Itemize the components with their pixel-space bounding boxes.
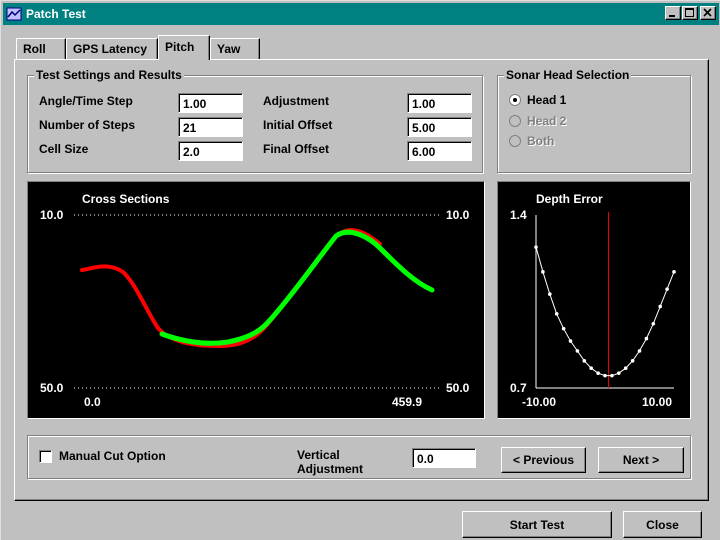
cs-x-min-label: 0.0 (84, 395, 101, 409)
de-series-line (535, 246, 675, 377)
cell-size-label: Cell Size (39, 142, 89, 156)
radio-selected-icon (509, 94, 521, 106)
cs-y-bottom-left-label: 50.0 (40, 381, 64, 395)
de-data-point (623, 366, 628, 371)
de-data-point (672, 270, 676, 274)
vertical-adjustment-label-1: Vertical (297, 448, 340, 462)
cs-red-profile (80, 228, 382, 349)
de-data-point (561, 326, 566, 331)
final-offset-input[interactable]: 6.00 (407, 141, 472, 161)
close-icon (703, 8, 712, 17)
patch-test-window: Patch Test Roll GPS Latency Pitch Yaw Te… (0, 0, 720, 540)
depth-error-canvas: Depth Error 1.4 0.7 -10.00 10.00 (510, 192, 676, 409)
initial-offset-label: Initial Offset (263, 118, 333, 132)
de-data-point (554, 312, 559, 316)
adjustment-label: Adjustment (263, 94, 329, 108)
tab-pitch[interactable]: Pitch (158, 35, 210, 60)
initial-offset-input[interactable]: 5.00 (407, 117, 472, 137)
app-icon (6, 7, 22, 21)
depth-error-plot: Depth Error 1.4 0.7 -10.00 10.00 (497, 181, 691, 419)
cs-y-top-right-label: 10.0 (446, 208, 470, 222)
de-data-point (582, 359, 587, 363)
maximize-button[interactable] (682, 6, 698, 20)
vertical-adjustment-input[interactable]: 0.0 (412, 448, 476, 468)
cs-y-top-left-label: 10.0 (40, 208, 64, 222)
tab-label: Yaw (217, 42, 241, 56)
radio-disabled-icon (509, 135, 521, 147)
de-y-bottom-label: 0.7 (510, 381, 527, 395)
de-data-point (665, 287, 669, 291)
vertical-adjustment-label-2: Adjustment (297, 462, 363, 476)
radio-head-1[interactable]: Head 1 (509, 93, 566, 107)
de-data-point (589, 366, 593, 371)
radio-both[interactable]: Both (509, 134, 554, 148)
minimize-icon (669, 15, 675, 17)
close-window-button[interactable] (700, 6, 716, 20)
de-data-point (610, 373, 614, 378)
cross-sections-plot: Cross Sections 10.0 10.0 50.0 50.0 0.0 4… (27, 181, 485, 419)
manual-cut-checkbox[interactable] (39, 450, 52, 463)
manual-cut-label: Manual Cut Option (59, 449, 166, 463)
final-offset-label: Final Offset (263, 142, 330, 156)
number-of-steps-label: Number of Steps (39, 118, 136, 132)
sonar-head-legend: Sonar Head Selection (504, 68, 632, 82)
title-bar[interactable]: Patch Test (3, 3, 719, 25)
de-data-point (617, 371, 621, 375)
de-data-point (596, 371, 600, 375)
maximize-icon (685, 8, 694, 17)
de-x-min-label: -10.00 (522, 395, 556, 409)
window-title: Patch Test (26, 7, 86, 21)
tab-label: GPS Latency (73, 42, 148, 56)
tab-label: Pitch (165, 40, 195, 54)
de-data-point (548, 292, 552, 296)
angle-time-step-label: Angle/Time Step (39, 94, 133, 108)
minimize-button[interactable] (665, 6, 681, 20)
radio-head-1-label: Head 1 (527, 93, 567, 107)
de-data-point (541, 270, 545, 274)
de-data-point (651, 321, 656, 326)
tab-yaw[interactable]: Yaw (210, 38, 260, 59)
de-data-point (630, 359, 635, 363)
cs-green-profile (159, 229, 435, 346)
next-button[interactable]: Next > (598, 447, 684, 473)
de-data-point (658, 304, 662, 309)
cross-sections-title: Cross Sections (82, 192, 170, 206)
cross-sections-canvas: Cross Sections 10.0 10.0 50.0 50.0 0.0 4… (40, 192, 470, 409)
radio-disabled-icon (509, 115, 521, 127)
tab-label: Roll (23, 42, 46, 56)
cell-size-input[interactable]: 2.0 (178, 141, 243, 161)
de-data-point (575, 349, 580, 353)
tab-gps-latency[interactable]: GPS Latency (66, 38, 158, 59)
test-settings-legend: Test Settings and Results (34, 68, 184, 82)
de-data-point (534, 245, 538, 249)
number-of-steps-input[interactable]: 21 (178, 117, 243, 137)
de-x-max-label: 10.00 (642, 395, 672, 409)
de-data-point (637, 349, 642, 353)
close-button[interactable]: Close (623, 511, 702, 538)
radio-head-2[interactable]: Head 2 (509, 114, 566, 128)
radio-both-label: Both (527, 134, 555, 148)
cs-y-bottom-right-label: 50.0 (446, 381, 470, 395)
adjustment-input[interactable]: 1.00 (407, 93, 472, 113)
radio-head-2-label: Head 2 (527, 114, 567, 128)
start-test-button[interactable]: Start Test (462, 511, 612, 538)
de-data-point (644, 336, 649, 341)
de-data-point (568, 339, 573, 343)
cs-x-max-label: 459.9 (392, 395, 422, 409)
de-y-top-label: 1.4 (510, 208, 527, 222)
depth-error-title: Depth Error (536, 192, 603, 206)
tab-roll[interactable]: Roll (16, 38, 66, 59)
angle-time-step-input[interactable]: 1.00 (178, 93, 243, 113)
de-data-point (603, 373, 607, 378)
previous-button[interactable]: < Previous (501, 447, 586, 473)
